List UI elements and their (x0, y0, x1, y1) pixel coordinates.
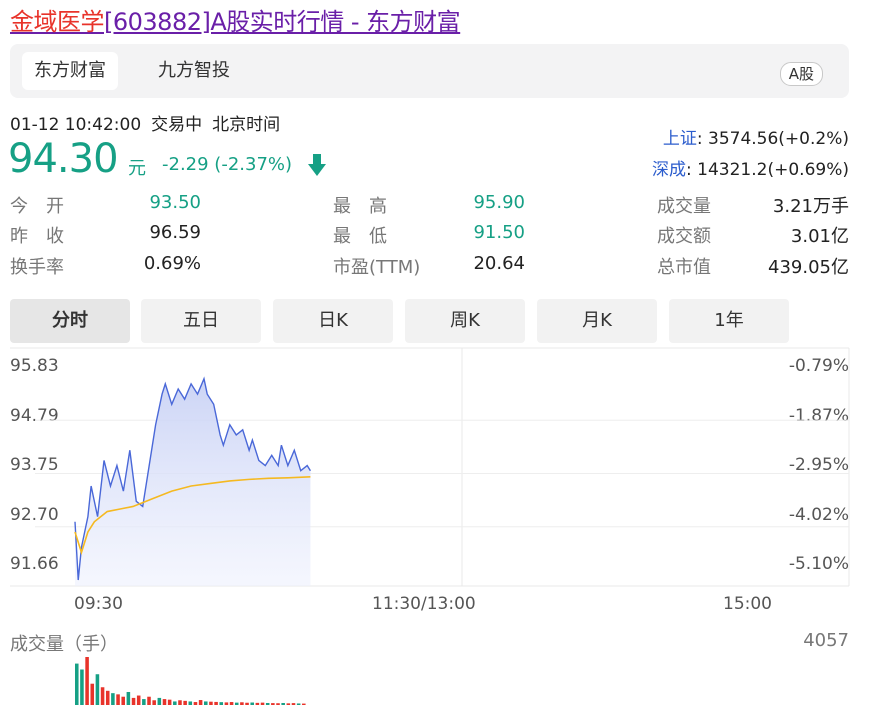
source-tab-bar: 东方财富 九方智投 A股 (10, 44, 849, 98)
volume-bar (250, 702, 254, 705)
price-unit: 元 (128, 158, 146, 179)
index-shenzhen[interactable]: 深成: 14321.2(+0.69%) (652, 155, 849, 180)
timezone-label: 北京时间 (212, 115, 281, 135)
page-title-link[interactable]: 金域医学[603882]A股实时行情 - 东方财富 (10, 2, 461, 37)
stat-prev-close-value: 96.59 (149, 222, 201, 243)
tab-jiufang[interactable]: 九方智投 (146, 52, 242, 90)
volume-bar (136, 695, 141, 705)
stat-turnover-value: 0.69% (143, 253, 201, 274)
chart-tab-5day[interactable]: 五日 (141, 299, 261, 343)
stat-market-cap-label: 总市值 (657, 257, 711, 278)
volume-bar (90, 683, 95, 705)
volume-bar (142, 699, 146, 705)
price-change: -2.29 (-2.37%) (162, 154, 293, 175)
stat-pe-value: 20.64 (473, 253, 525, 274)
volume-bar (245, 702, 249, 705)
chart-tab-1year[interactable]: 1年 (669, 299, 789, 343)
index-shanghai-name[interactable]: 上证 (663, 129, 697, 149)
volume-bar (198, 700, 203, 705)
volume-bar (157, 697, 162, 705)
price-area (75, 378, 311, 586)
volume-bar (126, 691, 131, 705)
volume-bar (229, 702, 234, 705)
volume-bar (265, 702, 270, 705)
stat-turnover-label: 换手率 (10, 257, 64, 278)
volume-bar (111, 693, 115, 705)
x-tick-1: 11:30/13:00 (372, 594, 476, 614)
volume-bar (234, 702, 239, 705)
intraday-chart[interactable] (0, 340, 889, 590)
stat-low-label: 最 低 (333, 226, 387, 247)
index-shanghai-value: 3574.56(+0.2%) (708, 129, 849, 149)
stat-amount-value: 3.01亿 (790, 226, 849, 247)
volume-bar (100, 687, 105, 705)
volume-bar (173, 701, 177, 705)
volume-bar (193, 702, 198, 705)
volume-bar (116, 694, 120, 705)
volume-bar (167, 699, 172, 705)
stock-title-rest[interactable]: [603882]A股实时行情 - 东方财富 (104, 8, 461, 36)
volume-max-label: 4057 (803, 630, 849, 651)
volume-bar (224, 702, 229, 705)
volume-bar (271, 703, 275, 705)
trading-status: 交易中 (151, 115, 203, 135)
volume-bar (147, 696, 151, 705)
volume-bar (178, 700, 182, 705)
volume-bar (214, 701, 218, 705)
index-shenzhen-name[interactable]: 深成 (652, 160, 686, 180)
index-shanghai[interactable]: 上证: 3574.56(+0.2%) (663, 124, 849, 149)
stat-amount-label: 成交额 (657, 226, 711, 247)
volume-chart (75, 657, 306, 705)
volume-bar (85, 657, 89, 705)
stat-open-value: 93.50 (149, 192, 201, 213)
volume-bar (302, 703, 306, 705)
volume-bar (152, 700, 156, 705)
stat-high-value: 95.90 (473, 192, 525, 213)
chart-tab-weekly-k[interactable]: 周K (405, 299, 525, 343)
volume-bar (204, 701, 208, 705)
arrow-down-icon (308, 154, 326, 176)
volume-bar (209, 701, 213, 705)
market-badge[interactable]: A股 (779, 62, 823, 86)
quote-datetime: 01-12 10:42:00 (10, 115, 142, 135)
stock-name[interactable]: 金域医学 (10, 8, 105, 36)
chart-tab-monthly-k[interactable]: 月K (537, 299, 657, 343)
stat-pe-label: 市盈(TTM) (333, 257, 421, 278)
volume-bar (183, 700, 187, 705)
stat-volume-value: 3.21万手 (772, 196, 849, 217)
stat-low-value: 91.50 (473, 222, 525, 243)
volume-bar (75, 663, 79, 705)
stat-volume-label: 成交量 (657, 196, 711, 217)
chart-tab-daily-k[interactable]: 日K (273, 299, 393, 343)
volume-bar (105, 690, 110, 705)
volume-bar (260, 702, 265, 705)
volume-bar (276, 703, 280, 705)
stat-open-label: 今 开 (10, 196, 64, 217)
volume-title: 成交量（手） (10, 634, 118, 655)
volume-bar (291, 703, 296, 705)
stat-prev-close-label: 昨 收 (10, 226, 64, 247)
volume-bar (296, 703, 301, 705)
current-price: 94.30 (8, 136, 119, 182)
volume-bar (255, 702, 260, 705)
stat-high-label: 最 高 (333, 196, 387, 217)
x-tick-0: 09:30 (74, 594, 123, 614)
volume-bar (281, 702, 285, 705)
volume-bar (188, 701, 193, 705)
quote-meta: 01-12 10:42:00 交易中 北京时间 (10, 110, 290, 135)
volume-bar (80, 669, 84, 705)
volume-bar (121, 696, 125, 705)
volume-bar (131, 697, 136, 705)
volume-bar (162, 699, 167, 705)
volume-bar (95, 674, 100, 705)
stat-market-cap-value: 439.05亿 (768, 257, 849, 278)
volume-bar (219, 702, 224, 705)
chart-tab-intraday[interactable]: 分时 (10, 299, 130, 343)
index-shenzhen-value: 14321.2(+0.69%) (697, 160, 849, 180)
volume-bar (240, 702, 244, 705)
volume-bar (286, 703, 291, 705)
x-tick-2: 15:00 (723, 594, 772, 614)
tab-eastmoney[interactable]: 东方财富 (22, 52, 118, 90)
